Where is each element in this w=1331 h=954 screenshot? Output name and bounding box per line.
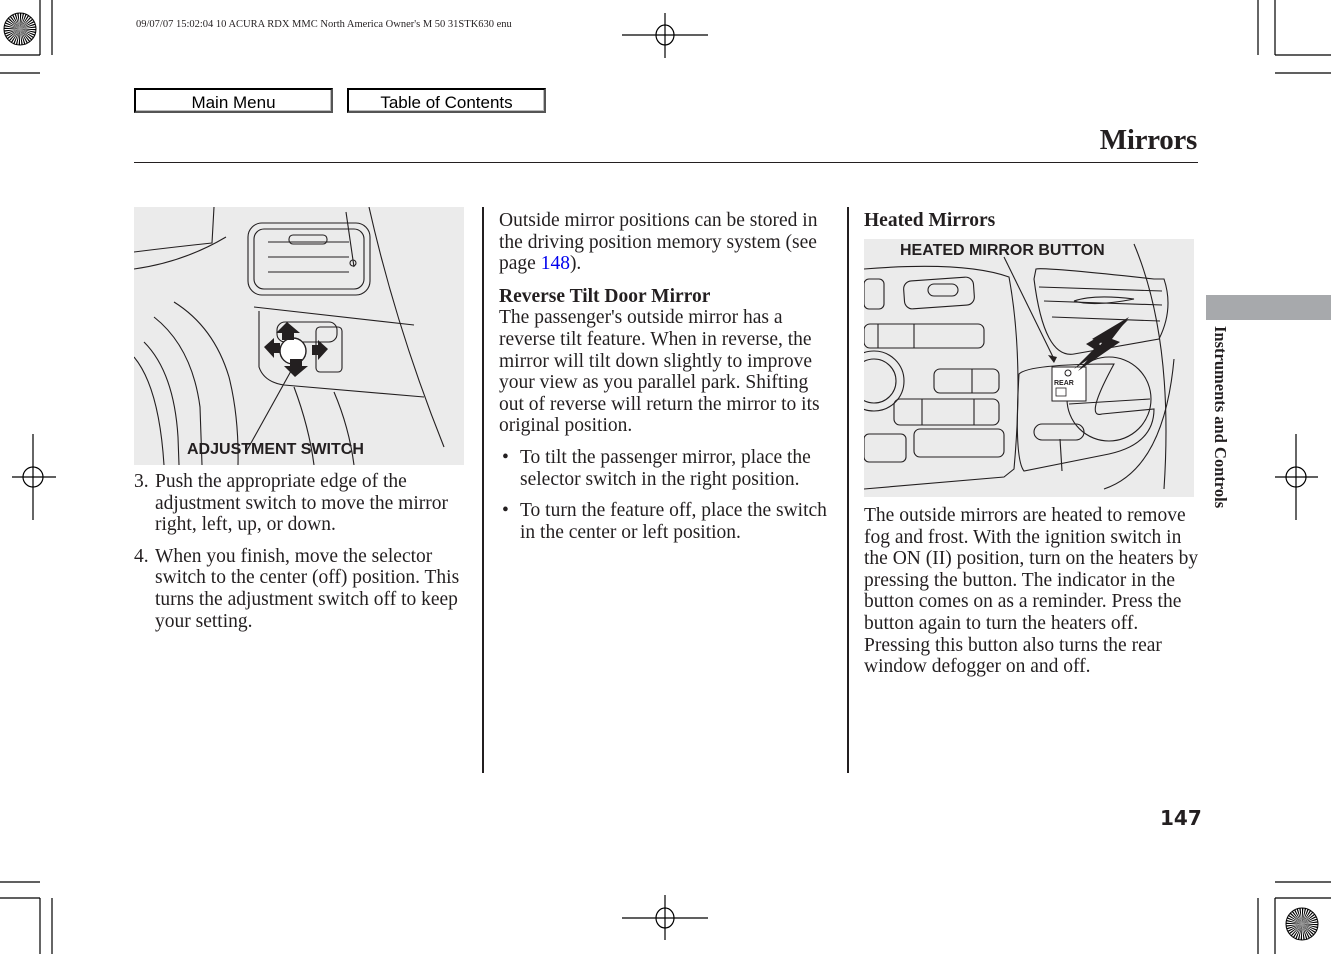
left-column-text: 3. Push the appropriate edge of the adjus… — [134, 471, 470, 642]
adjustment-switch-figure: ADJUSTMENT SWITCH — [133, 206, 464, 466]
bullet-item: • To tilt the passenger mirror, place the… — [502, 446, 811, 490]
table-of-contents-button[interactable]: Table of Contents — [347, 88, 546, 113]
main-menu-button[interactable]: Main Menu — [134, 88, 333, 113]
memory-intro: Outside mirror positions can be stored i… — [499, 210, 818, 275]
rear-defogger-label: REAR — [1054, 380, 1074, 387]
adjustment-switch-illustration — [133, 206, 445, 466]
starburst-target-bottom-right — [1285, 907, 1319, 941]
step-item: 3. Push the appropriate edge of the adjus… — [134, 471, 448, 536]
column-divider — [847, 207, 849, 773]
heated-mirror-figure: REAR HEATED MIRROR BUTTON — [843, 239, 1194, 497]
middle-column-text: Outside mirror positions can be stored i… — [499, 210, 835, 553]
bullet-item: • To turn the feature off, place the swit… — [502, 500, 827, 543]
reverse-tilt-paragraph: The passenger's outside mirror has a rev… — [499, 307, 820, 437]
registration-crosshair-left — [12, 434, 56, 520]
starburst-target-top-left — [3, 12, 37, 46]
column-divider — [482, 207, 484, 773]
print-metadata: 09/07/07 15:02:04 10 ACURA RDX MMC North… — [136, 19, 512, 30]
section-tab-label: Instruments and Controls — [1211, 326, 1230, 509]
registration-crosshair-right — [1275, 434, 1318, 520]
page-number: 147 — [1160, 806, 1202, 830]
section-tab-marker — [1206, 295, 1331, 320]
reverse-tilt-bullets: • To tilt the passenger mirror, place the… — [499, 447, 835, 543]
registration-crosshair-top — [622, 13, 708, 58]
page-title: Mirrors — [1099, 124, 1198, 156]
registration-crosshair-bottom — [622, 895, 708, 940]
adjustment-steps: 3. Push the appropriate edge of the adjus… — [134, 471, 470, 632]
title-divider — [134, 162, 1198, 163]
heated-mirrors-heading: Heated Mirrors — [864, 210, 996, 231]
heated-mirrors-paragraph: The outside mirrors are heated to remove… — [864, 505, 1199, 678]
heated-mirror-caption: HEATED MIRROR BUTTON — [900, 242, 1105, 259]
step-item: 4. When you finish, move the selector swi… — [134, 545, 460, 632]
reverse-tilt-heading: Reverse Tilt Door Mirror — [499, 285, 711, 307]
page-148-link[interactable]: 148 — [541, 253, 570, 274]
adjustment-switch-caption: ADJUSTMENT SWITCH — [187, 441, 364, 458]
heated-mirror-illustration: REAR — [843, 243, 1175, 490]
